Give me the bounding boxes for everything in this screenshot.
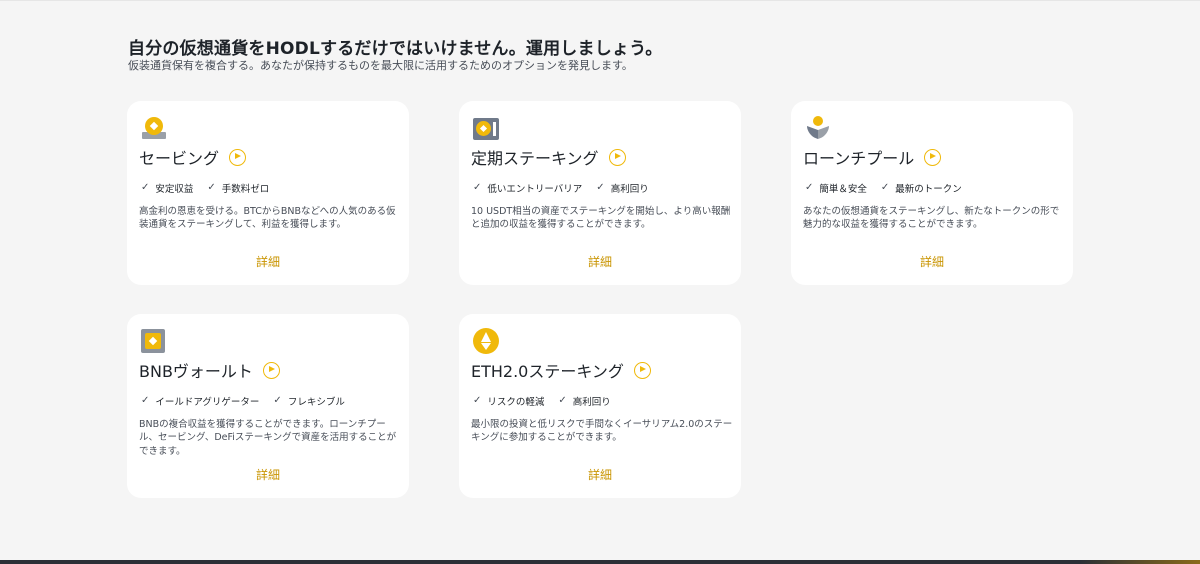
feature-item: ✓ 手数料ゼロ — [207, 182, 270, 196]
card-title: 定期ステーキング — [471, 149, 599, 168]
page: 自分の仮想通貨をHODLするだけではいけません。運用しましょう。 仮装通貨保有を… — [0, 0, 1200, 564]
check-icon: ✓ — [558, 395, 567, 406]
product-card-savings: セービング ✓ 安定収益 ✓ 手数料ゼロ 高金利の恩恵を受ける。BTCからBNBなど… — [127, 101, 409, 285]
locked-staking-icon — [473, 115, 499, 141]
product-card-bnb-vault: BNBヴォールト ✓ イールドアグリゲーター ✓ フレキシブル BNBの複合収益を獲… — [127, 314, 409, 498]
play-video-icon[interactable] — [608, 148, 626, 166]
details-link[interactable]: 詳細 — [127, 253, 409, 270]
check-icon: ✓ — [473, 395, 482, 406]
card-title: ETH2.0ステーキング — [471, 362, 624, 381]
check-icon: ✓ — [273, 395, 282, 406]
play-video-icon[interactable] — [262, 361, 280, 379]
check-icon: ✓ — [207, 182, 216, 193]
page-subtitle: 仮装通貨保有を複合する。あなたが保持するものを最大限に活用するためのオプションを… — [128, 59, 633, 72]
card-description: 10 USDT相当の資産でステーキングを開始し、より高い報酬と追加の収益を獲得す… — [471, 206, 731, 231]
check-icon: ✓ — [141, 395, 150, 406]
top-divider — [0, 0, 1200, 1]
card-description: 高金利の恩恵を受ける。BTCからBNBなどへの人気のある仮装通貨をステーキングし… — [139, 206, 396, 231]
feature-item: ✓ 安定収益 — [141, 182, 194, 196]
liquidity-pool-icon — [805, 115, 831, 141]
card-title: ローンチプール — [803, 149, 915, 168]
footer-edge — [0, 560, 1200, 564]
card-description: BNBの複合収益を獲得することができます。ローンチプール、セービング、DeFiス… — [139, 419, 397, 457]
savings-coin-icon — [141, 115, 167, 141]
product-card-launchpool: ローンチプール ✓ 簡単＆安全 ✓ 最新のトークン あなたの仮想通貨をステーキングし… — [791, 101, 1073, 285]
details-link[interactable]: 詳細 — [791, 253, 1073, 270]
feature-item: ✓ 高利回り — [596, 182, 649, 196]
play-video-icon[interactable] — [633, 361, 651, 379]
feature-item: ✓ イールドアグリゲーター — [141, 395, 260, 409]
feature-item: ✓ 低いエントリーバリア — [473, 182, 583, 196]
check-icon: ✓ — [596, 182, 605, 193]
feature-item: ✓ 高利回り — [558, 395, 611, 409]
details-link[interactable]: 詳細 — [459, 253, 741, 270]
eth-coin-icon — [473, 328, 499, 354]
card-title: BNBヴォールト — [139, 362, 253, 381]
check-icon: ✓ — [141, 182, 150, 193]
check-icon: ✓ — [473, 182, 482, 193]
play-video-icon[interactable] — [229, 148, 247, 166]
details-link[interactable]: 詳細 — [127, 466, 409, 483]
product-card-locked-staking: 定期ステーキング ✓ 低いエントリーバリア ✓ 高利回り 10 USDT相当の資産で… — [459, 101, 741, 285]
card-description: あなたの仮想通貨をステーキングし、新たなトークンの形で魅力的な収益を獲得すること… — [803, 206, 1060, 231]
check-icon: ✓ — [880, 182, 890, 193]
feature-item: ✓ リスクの軽減 — [473, 395, 545, 409]
feature-item: ✓ 簡単＆安全 — [805, 182, 867, 196]
page-title: 自分の仮想通貨をHODLするだけではいけません。運用しましょう。 — [128, 39, 663, 59]
play-video-icon[interactable] — [924, 148, 942, 166]
bnb-vault-icon — [141, 328, 167, 354]
feature-item: ✓ フレキシブル — [273, 395, 345, 409]
details-link[interactable]: 詳細 — [459, 466, 741, 483]
check-icon: ✓ — [805, 182, 814, 193]
product-card-eth2-staking: ETH2.0ステーキング ✓ リスクの軽減 ✓ 高利回り 最小限の投資と低リスクで手… — [459, 314, 741, 498]
card-title: セービング — [139, 149, 220, 168]
card-description: 最小限の投資と低リスクで手間なくイーサリアム2.0のステーキングに参加することが… — [471, 419, 733, 444]
feature-item: ✓ 最新のトークン — [880, 182, 962, 196]
